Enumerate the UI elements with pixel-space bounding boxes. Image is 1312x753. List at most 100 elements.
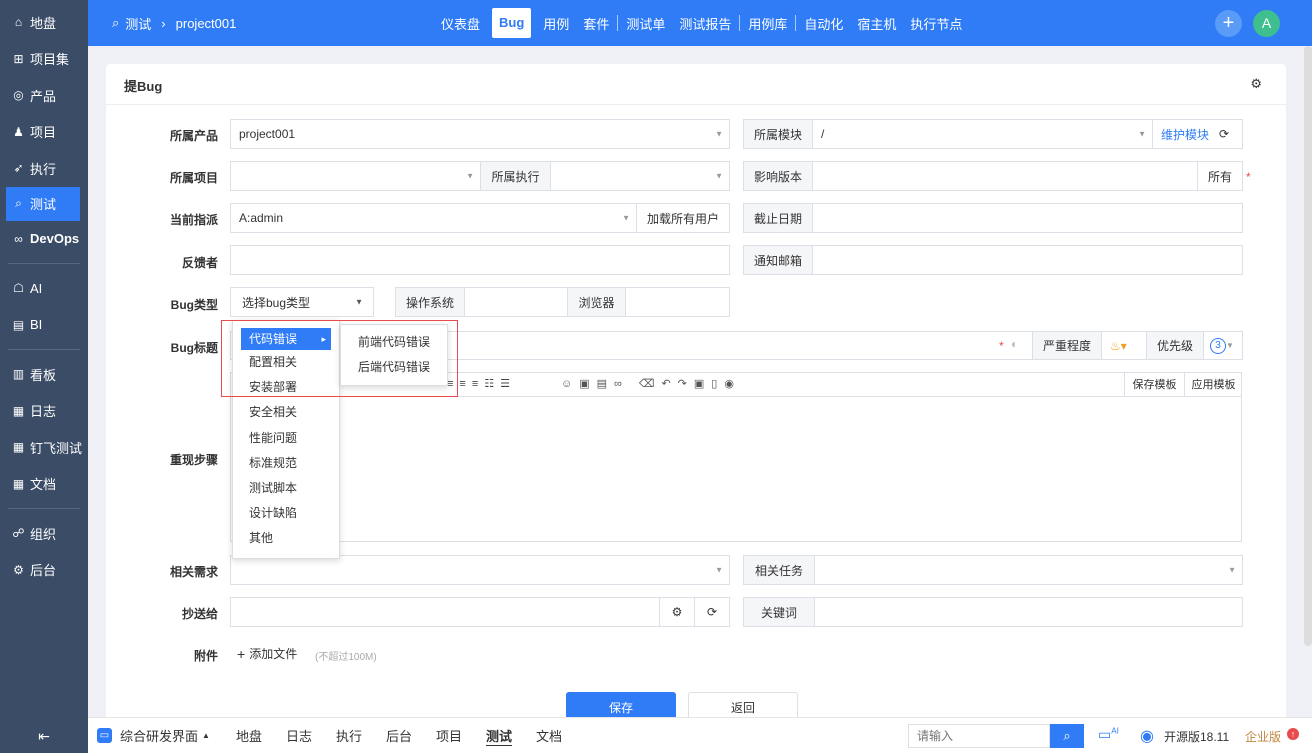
version-label[interactable]: 开源版18.11	[1164, 728, 1229, 745]
nav-suite[interactable]: 套件	[576, 14, 616, 33]
bottom-nav-test[interactable]: 测试	[474, 726, 524, 745]
severity-select[interactable]: ♨▾	[1101, 331, 1147, 360]
insert-toolbar-icons[interactable]: ☺▣▤∞ ⌫↶↷▣▯◉	[561, 377, 741, 390]
avatar[interactable]: A	[1253, 10, 1280, 37]
nav-case[interactable]: 用例	[536, 14, 576, 33]
sidebar: ⌂ 地盘 ⊞ 项目集 ◎ 产品 ♟ 项目 ➶ 执行 ⌕ 测试 ∞ DevOps ☖ AI ▤ BI…	[0, 0, 88, 753]
maintain-module-link[interactable]: 维护模块	[1161, 126, 1209, 143]
submenu-frontend-error[interactable]: 前端代码错误	[341, 330, 447, 355]
bottom-nav-project[interactable]: 项目	[424, 726, 474, 745]
bottom-nav-doc[interactable]: 文档	[524, 726, 574, 745]
sidebar-item-execution[interactable]: ➶ 执行	[0, 150, 88, 187]
bugtype-option-standard[interactable]: 标准规范	[233, 451, 339, 476]
nav-testtask[interactable]: 测试单	[619, 14, 672, 33]
bugtype-option-designdefect[interactable]: 设计缺陷	[233, 501, 339, 526]
menu-icon[interactable]: ▭	[97, 728, 112, 743]
assign-select[interactable]: A:admin ▼	[230, 203, 637, 233]
story-select[interactable]: ▼	[230, 555, 730, 585]
infinity-icon: ∞	[14, 231, 23, 246]
sidebar-item-bi[interactable]: ▤ BI	[0, 307, 88, 344]
search-button[interactable]: ⌕	[1050, 724, 1084, 748]
task-select[interactable]: ▼	[814, 555, 1243, 585]
notify-email-input[interactable]	[812, 245, 1243, 275]
bugtype-option-config[interactable]: 配置相关	[233, 350, 339, 375]
sidebar-item-doc[interactable]: ▦ 文档	[0, 466, 88, 503]
search-icon: ⌕	[15, 196, 22, 210]
bugtype-option-automation[interactable]: 测试脚本	[233, 476, 339, 501]
product-value: project001	[239, 127, 296, 141]
bottom-bar: ▭ 综合研发界面 ▲ 地盘 日志 执行 后台 项目 测试 文档 ⌕ ▭AI ◉ …	[88, 717, 1312, 753]
refresh-icon[interactable]: ⟳	[694, 597, 730, 627]
bugtype-submenu: 前端代码错误 后端代码错误	[340, 324, 448, 386]
sidebar-item-log[interactable]: ▦ 日志	[0, 393, 88, 430]
bottom-nav-my[interactable]: 地盘	[224, 726, 274, 745]
sidebar-item-devops[interactable]: ∞ DevOps	[0, 221, 88, 258]
project-select[interactable]: ▼	[230, 161, 481, 191]
enterprise-link[interactable]: 企业版	[1245, 728, 1281, 745]
upgrade-icon[interactable]: ↑	[1287, 728, 1299, 740]
nav-exec-node[interactable]: 执行节点	[903, 14, 969, 33]
product-select[interactable]: project001 ▼	[230, 119, 730, 149]
load-all-users-button[interactable]: 加载所有用户	[636, 203, 730, 233]
scrollbar[interactable]	[1304, 46, 1312, 646]
chevron-down-icon: ▼	[1228, 565, 1236, 575]
nav-host[interactable]: 宿主机	[850, 14, 903, 33]
bottom-nav-admin[interactable]: 后台	[374, 726, 424, 745]
workspace-switcher[interactable]: 综合研发界面	[120, 726, 198, 745]
sidebar-item-project[interactable]: ♟ 项目	[0, 114, 88, 151]
sidebar-item-kanban[interactable]: ▥ 看板	[0, 356, 88, 393]
steps-editor[interactable]	[230, 396, 1242, 542]
nav-automation[interactable]: 自动化	[797, 14, 850, 33]
quick-add-button[interactable]: +	[1215, 10, 1242, 37]
bugtype-option-others[interactable]: 其他	[233, 526, 339, 551]
gear-icon[interactable]: ⚙	[659, 597, 695, 627]
ai-chat-icon[interactable]: ▭AI	[1098, 726, 1119, 743]
sidebar-item-dingfei[interactable]: ▦ 钉飞测试	[0, 429, 88, 466]
sidebar-item-ai[interactable]: ☖ AI	[0, 270, 88, 307]
search-input[interactable]	[908, 724, 1050, 748]
color-palette-icon[interactable]: ◐	[1011, 337, 1018, 351]
keywords-input[interactable]	[814, 597, 1243, 627]
sidebar-item-program[interactable]: ⊞ 项目集	[0, 41, 88, 78]
mailto-select[interactable]	[230, 597, 660, 627]
refresh-icon[interactable]: ⟳	[1219, 127, 1229, 141]
sidebar-item-org[interactable]: ☍ 组织	[0, 515, 88, 552]
sidebar-item-home[interactable]: ⌂ 地盘	[0, 4, 88, 41]
priority-select[interactable]: 3 ▼	[1203, 331, 1243, 360]
build-all-button[interactable]: 所有	[1197, 161, 1243, 191]
chevron-down-icon: ▼	[715, 171, 723, 181]
add-file-button[interactable]: + 添加文件	[237, 645, 297, 662]
os-select[interactable]	[464, 287, 568, 317]
format-toolbar-icons[interactable]: ≡≡≡☷☰	[447, 377, 516, 390]
apply-template-button[interactable]: 应用模板	[1184, 372, 1242, 396]
feedback-input[interactable]	[230, 245, 730, 275]
browser-select[interactable]	[625, 287, 730, 317]
deadline-input[interactable]	[812, 203, 1243, 233]
nav-dashboard[interactable]: 仪表盘	[434, 14, 487, 33]
build-select[interactable]	[812, 161, 1198, 191]
bugtype-select[interactable]: 选择bug类型 ▼	[230, 287, 374, 317]
breadcrumb-product[interactable]: project001	[176, 16, 237, 31]
sidebar-item-test[interactable]: ⌕ 测试	[6, 186, 80, 221]
nav-caselib[interactable]: 用例库	[741, 14, 794, 33]
sidebar-item-admin[interactable]: ⚙ 后台	[0, 552, 88, 589]
gear-icon[interactable]: ⚙	[1250, 76, 1262, 92]
bugtype-option-performance[interactable]: 性能问题	[233, 426, 339, 451]
collapse-sidebar-icon[interactable]: ⇤	[0, 719, 88, 753]
save-template-button[interactable]: 保存模板	[1124, 372, 1184, 396]
nav-bug[interactable]: Bug	[492, 8, 532, 38]
nav-testreport[interactable]: 测试报告	[672, 14, 738, 33]
bugtype-option-security[interactable]: 安全相关	[233, 400, 339, 425]
bugtype-option-codeerror[interactable]: 代码错误	[241, 328, 331, 350]
sidebar-item-product[interactable]: ◎ 产品	[0, 77, 88, 114]
chevron-right-icon: ›	[161, 15, 166, 31]
bottom-nav-log[interactable]: 日志	[274, 726, 324, 745]
file-size-hint: (不超过100M)	[315, 652, 377, 663]
bugtype-option-install[interactable]: 安装部署	[233, 375, 339, 400]
execution-select[interactable]: ▼	[550, 161, 730, 191]
bottom-nav-execution[interactable]: 执行	[324, 726, 374, 745]
submenu-backend-error[interactable]: 后端代码错误	[341, 355, 447, 380]
divider	[8, 508, 80, 509]
module-select[interactable]: / ▼	[812, 119, 1152, 149]
breadcrumb-module[interactable]: 测试	[125, 14, 151, 33]
